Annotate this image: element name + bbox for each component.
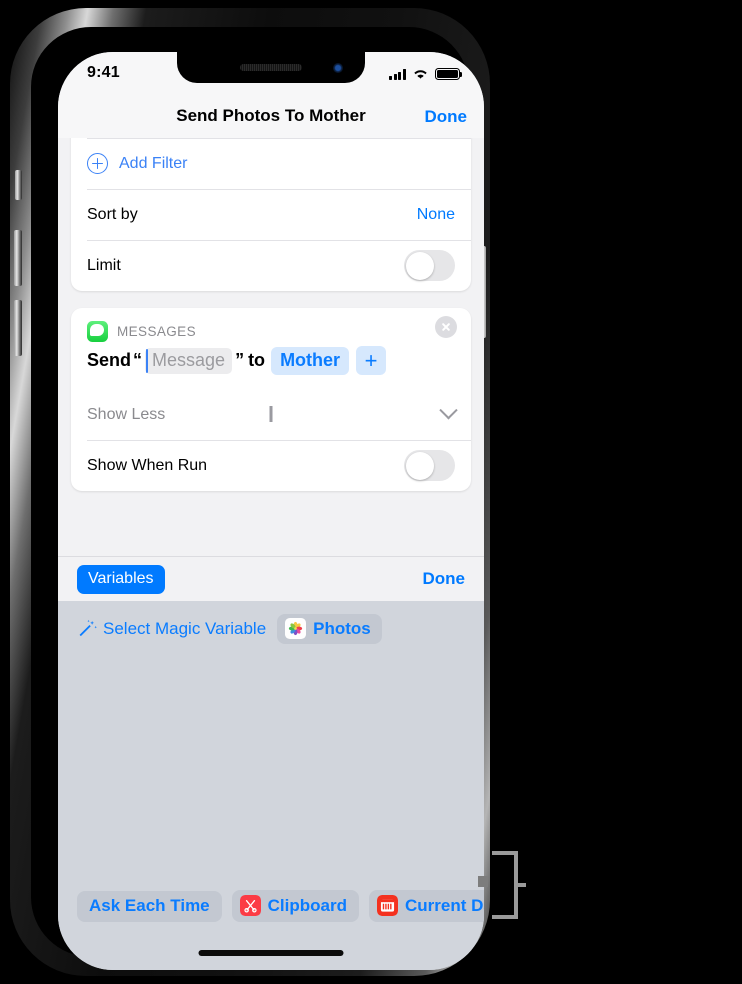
magic-variable-photos-chip[interactable]: Photos: [277, 614, 382, 644]
device-screen: 9:41 Send Photos To Mother Done Add Filt…: [58, 52, 484, 970]
cellular-signal-icon: [389, 69, 406, 80]
text-caret: [146, 348, 149, 373]
close-circle-icon[interactable]: [435, 316, 457, 338]
notch: [177, 52, 365, 83]
silent-switch-button[interactable]: [15, 170, 22, 200]
variables-toolbar: Variables Done: [58, 556, 484, 601]
limit-toggle[interactable]: [404, 250, 455, 281]
shortcut-editor-scroll-area[interactable]: Add Filter Sort by None Limit MESSAGES S…: [58, 138, 484, 556]
select-magic-variable-row[interactable]: Select Magic Variable Photos: [58, 601, 484, 644]
calendar-icon: [376, 895, 398, 916]
limit-row[interactable]: Limit: [71, 240, 471, 291]
front-camera-icon: [333, 63, 343, 73]
toggle-knob: [405, 251, 434, 280]
navigation-bar: Send Photos To Mother Done: [58, 96, 484, 138]
chip-label: Ask Each Time: [89, 895, 210, 915]
variable-picker-panel: Select Magic Variable Photos Ask Each Ti…: [58, 601, 484, 970]
select-magic-variable-label: Select Magic Variable: [103, 619, 267, 638]
messages-app-icon: [87, 320, 108, 342]
variable-chips-row[interactable]: Ask Each Time Clipboard Current D: [58, 890, 484, 922]
messages-action-card: MESSAGES Send “ Message ” to Mother + Sh…: [71, 308, 471, 491]
photos-chip-label: Photos: [313, 618, 371, 638]
message-placeholder: Message: [152, 349, 226, 370]
send-message-row[interactable]: Send “ Message ” to Mother +: [71, 344, 471, 389]
callout-bracket: [492, 851, 526, 919]
photos-app-icon: [285, 618, 307, 639]
page-title: Send Photos To Mother: [176, 106, 366, 125]
sort-by-label: Sort by: [87, 205, 138, 223]
message-input[interactable]: Message: [145, 347, 233, 374]
status-time: 9:41: [87, 64, 120, 81]
add-filter-label: Add Filter: [119, 154, 188, 172]
show-when-run-label: Show When Run: [87, 456, 208, 474]
device-bezel: 9:41 Send Photos To Mother Done Add Filt…: [31, 27, 484, 970]
chip-ask-each-time[interactable]: Ask Each Time: [77, 890, 222, 922]
variables-done-button[interactable]: Done: [423, 569, 466, 589]
show-when-run-row[interactable]: Show When Run: [71, 440, 471, 491]
magic-wand-icon: [79, 619, 97, 637]
add-filter-row[interactable]: Add Filter: [71, 138, 471, 189]
volume-down-button[interactable]: [14, 300, 22, 356]
callout-anchor-marker: [478, 876, 488, 887]
variables-tab-button[interactable]: Variables: [77, 564, 165, 594]
card-connector-line: [269, 406, 273, 422]
recipient-chip-mother[interactable]: Mother: [271, 346, 350, 375]
volume-up-button[interactable]: [14, 230, 22, 286]
chip-label: Current Date: [404, 895, 484, 915]
messages-category-label: MESSAGES: [117, 323, 196, 339]
sort-by-row[interactable]: Sort by None: [71, 189, 471, 240]
send-verb-label: Send: [87, 350, 132, 370]
iphone-device-frame: 9:41 Send Photos To Mother Done Add Filt…: [10, 8, 490, 976]
wifi-icon: [414, 70, 427, 79]
to-preposition-label: to: [248, 350, 266, 370]
battery-icon: [435, 68, 463, 80]
messages-card-header: MESSAGES: [71, 308, 471, 344]
show-when-run-toggle[interactable]: [404, 450, 455, 481]
limit-label: Limit: [87, 256, 121, 274]
scissors-icon: [239, 895, 261, 916]
chip-clipboard[interactable]: Clipboard: [231, 890, 359, 922]
chip-current-date[interactable]: Current Date: [368, 890, 484, 922]
open-quote: “: [133, 350, 143, 370]
close-quote: ”: [235, 350, 245, 370]
nav-done-button[interactable]: Done: [425, 107, 468, 127]
speaker-grille-icon: [240, 64, 302, 71]
chip-label: Clipboard: [267, 895, 347, 915]
add-recipient-button[interactable]: +: [356, 346, 387, 375]
show-less-label: Show Less: [87, 405, 166, 423]
sort-by-value[interactable]: None: [417, 206, 455, 224]
chevron-down-icon: [439, 401, 458, 420]
toggle-knob: [405, 451, 434, 480]
photos-action-card: Add Filter Sort by None Limit: [71, 138, 471, 291]
home-indicator[interactable]: [198, 950, 344, 956]
plus-circle-icon: [87, 153, 108, 174]
status-icons: [389, 66, 463, 80]
